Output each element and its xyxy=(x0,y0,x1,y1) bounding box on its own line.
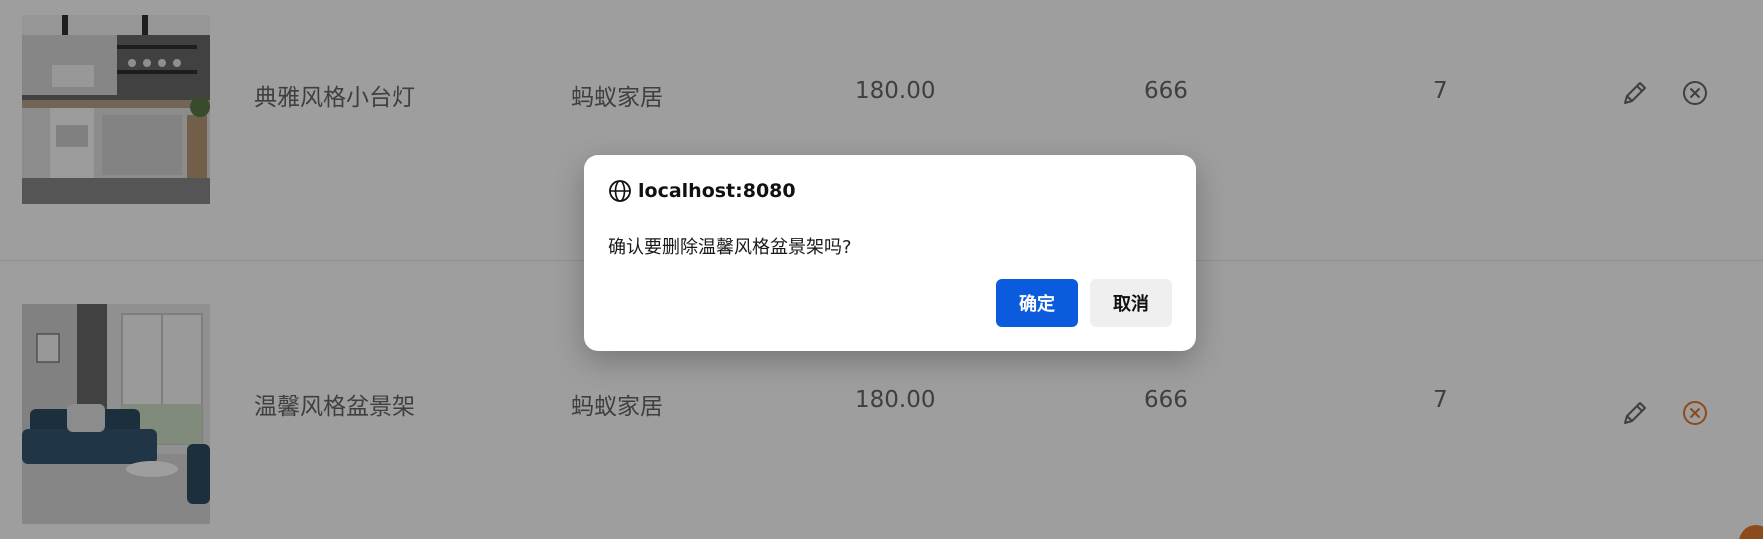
confirm-dialog: localhost:8080 确认要删除温馨风格盆景架吗? 确定 取消 xyxy=(584,155,1196,351)
confirm-button[interactable]: 确定 xyxy=(996,279,1078,327)
dialog-header: localhost:8080 xyxy=(608,179,796,203)
dialog-origin: localhost:8080 xyxy=(638,180,796,202)
product-management-page: 典雅风格小台灯 蚂蚁家居 180.00 666 7 温馨风格盆景架 蚂蚁家居 1… xyxy=(0,0,1763,539)
globe-icon xyxy=(609,180,631,202)
cancel-button[interactable]: 取消 xyxy=(1090,279,1172,327)
dialog-message: 确认要删除温馨风格盆景架吗? xyxy=(608,237,852,258)
dialog-actions: 确定 取消 xyxy=(996,279,1172,327)
